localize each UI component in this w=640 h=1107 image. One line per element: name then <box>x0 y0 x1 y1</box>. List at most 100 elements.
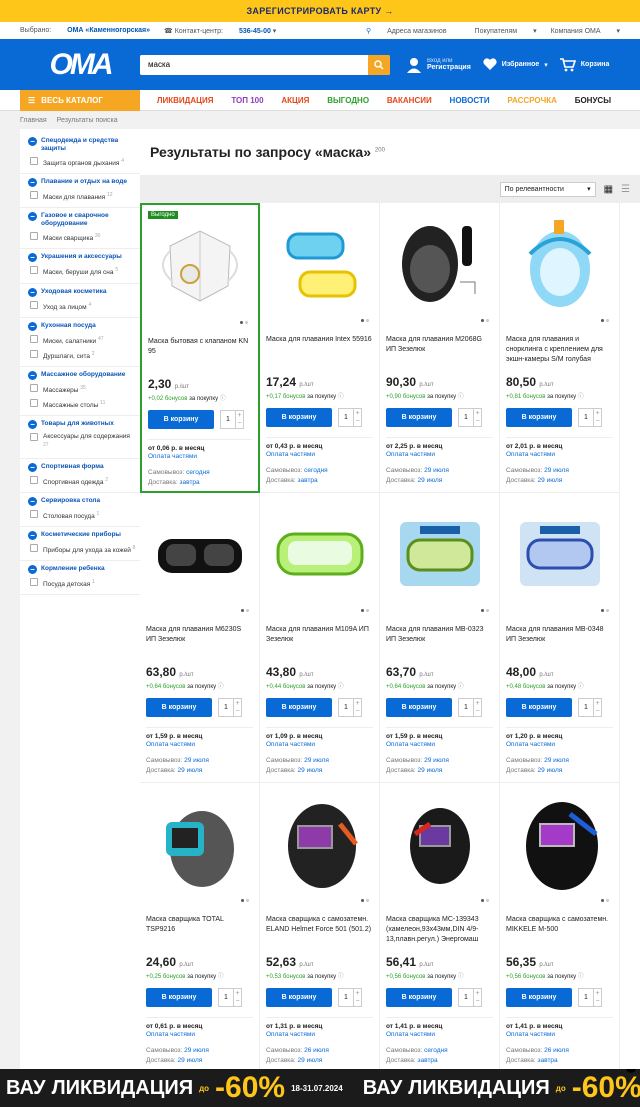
product-image[interactable] <box>148 211 252 321</box>
product-image[interactable] <box>386 499 493 609</box>
add-to-cart-button[interactable]: В корзину <box>146 988 212 1007</box>
filter-option-label[interactable]: Массажные столы 11 <box>43 399 105 410</box>
image-carousel-dots[interactable] <box>386 319 493 327</box>
nav-link[interactable]: ЛИКВИДАЦИЯ <box>157 96 214 105</box>
add-to-cart-button[interactable]: В корзину <box>506 698 572 717</box>
product-card[interactable]: Маска для плавания Intex 55916 17,24 р./ш… <box>260 203 380 493</box>
pickup-date[interactable]: 26 июля <box>304 1047 329 1054</box>
filter-option[interactable]: Маски для плавания 12 <box>20 187 140 202</box>
product-image[interactable] <box>266 499 373 609</box>
quantity-stepper[interactable]: 1 + − <box>458 408 482 427</box>
pickup-date[interactable]: 26 июля <box>544 1047 569 1054</box>
product-name[interactable]: Маска для плавания MB-0323 ИП Зезелюк <box>386 625 493 655</box>
add-to-cart-button[interactable]: В корзину <box>266 408 332 427</box>
quantity-stepper[interactable]: 1 + − <box>578 698 602 717</box>
product-image[interactable] <box>506 209 613 319</box>
collapse-icon[interactable]: − <box>28 530 37 540</box>
add-to-cart-button[interactable]: В корзину <box>506 988 572 1007</box>
installments-link[interactable]: Оплата частями <box>386 451 493 458</box>
product-card[interactable]: Маска для плавания M109A ИП Зезелюк 43,80… <box>260 493 380 783</box>
product-name[interactable]: Маска сварщика с самозатемн. ELAND Helme… <box>266 915 373 945</box>
favorites-label[interactable]: Избранное <box>502 61 539 68</box>
info-icon[interactable]: ⓘ <box>338 394 344 400</box>
filter-checkbox[interactable] <box>30 157 38 165</box>
add-to-cart-button[interactable]: В корзину <box>386 988 452 1007</box>
filter-group-title[interactable]: − Косметические приборы <box>20 530 140 540</box>
installments-link[interactable]: Оплата частями <box>506 451 613 458</box>
pickup-date[interactable]: 29 июля <box>184 757 209 764</box>
info-icon[interactable]: ⓘ <box>458 974 464 980</box>
product-card[interactable]: Маска для плавания M2068G ИП Зезелюк 90,3… <box>380 203 500 493</box>
nav-link[interactable]: РАССРОЧКА <box>507 96 557 105</box>
delivery-date[interactable]: 29 июля <box>298 767 323 774</box>
delivery-date[interactable]: завтра <box>180 479 200 486</box>
plus-icon[interactable]: + <box>233 412 247 419</box>
minus-icon[interactable]: − <box>351 418 365 425</box>
delivery-date[interactable]: 29 июля <box>178 767 203 774</box>
minus-icon[interactable]: − <box>351 708 365 715</box>
quantity-stepper[interactable]: 1 + − <box>458 698 482 717</box>
product-name[interactable]: Маска для плавания M6230S ИП Зезелюк <box>146 625 253 655</box>
minus-icon[interactable]: − <box>471 708 485 715</box>
minus-icon[interactable]: − <box>591 998 605 1005</box>
quantity-stepper[interactable]: 1 + − <box>338 698 362 717</box>
installments-link[interactable]: Оплата частями <box>266 741 373 748</box>
plus-icon[interactable]: + <box>231 700 245 707</box>
add-to-cart-button[interactable]: В корзину <box>266 988 332 1007</box>
favorites-button[interactable]: Избранное ▾ <box>483 58 548 71</box>
filter-group-label[interactable]: Косметические приборы <box>41 531 121 540</box>
delivery-date[interactable]: 29 июля <box>418 477 443 484</box>
quantity-stepper[interactable]: 1 + − <box>218 698 242 717</box>
image-carousel-dots[interactable] <box>266 899 373 907</box>
selected-store[interactable]: Выбрано: ОМА «Каменногорская» <box>20 27 150 34</box>
plus-icon[interactable]: + <box>351 410 365 417</box>
filter-group-label[interactable]: Плавание и отдых на воде <box>41 178 127 187</box>
minus-icon[interactable]: − <box>351 998 365 1005</box>
filter-group-label[interactable]: Газовое и сварочное оборудование <box>41 212 136 228</box>
product-card[interactable]: Маска для плавания M6230S ИП Зезелюк 63,8… <box>140 493 260 783</box>
filter-option[interactable]: Массажеры 35 <box>20 380 140 395</box>
collapse-icon[interactable]: − <box>28 420 37 430</box>
login-label[interactable]: Регистрация <box>427 64 471 71</box>
installments-link[interactable]: Оплата частями <box>386 741 493 748</box>
quantity-stepper[interactable]: 1 + − <box>338 408 362 427</box>
filter-checkbox[interactable] <box>30 475 38 484</box>
delivery-date[interactable]: 29 июля <box>538 477 563 484</box>
add-to-cart-button[interactable]: В корзину <box>146 698 212 717</box>
filter-option[interactable]: Аксессуары для содержания 27 <box>20 429 140 452</box>
filter-option-label[interactable]: Аксессуары для содержания 27 <box>43 433 136 452</box>
product-card[interactable]: Маска сварщика TOTAL TSP9216 24,60 р./шт +… <box>140 783 260 1073</box>
login-button[interactable]: Вход или Регистрация <box>406 57 471 73</box>
filter-option-label[interactable]: Защита органов дыхания 4 <box>43 157 124 168</box>
search-button[interactable] <box>368 54 390 75</box>
filter-checkbox[interactable] <box>30 433 38 442</box>
sort-select[interactable]: По релевантности ▾ <box>499 181 596 197</box>
info-icon[interactable]: ⓘ <box>578 974 584 980</box>
filter-option-label[interactable]: Приборы для ухода за кожей 8 <box>43 544 135 555</box>
product-card[interactable]: Маска для плавания MB-0348 ИП Зезелюк 48,… <box>500 493 620 783</box>
buyers-label[interactable]: Покупателям <box>475 28 518 35</box>
filter-checkbox[interactable] <box>30 384 38 393</box>
product-name[interactable]: Маска сварщика TOTAL TSP9216 <box>146 915 253 945</box>
add-to-cart-button[interactable]: В корзину <box>386 408 452 427</box>
filter-option-label[interactable]: Столовая посуда 1 <box>43 510 99 521</box>
pickup-date[interactable]: 29 июля <box>424 467 449 474</box>
filter-group-label[interactable]: Кормление ребенка <box>41 565 105 574</box>
minus-icon[interactable]: − <box>231 708 245 715</box>
filter-checkbox[interactable] <box>30 509 38 518</box>
filter-option[interactable]: Маски, беруши для сна 5 <box>20 262 140 277</box>
delivery-date[interactable]: завтра <box>298 477 318 484</box>
installments-link[interactable]: Оплата частями <box>266 1031 373 1038</box>
info-icon[interactable]: ⓘ <box>458 684 464 690</box>
buyers-menu[interactable]: Покупателям ▾ <box>475 27 537 35</box>
pickup-date[interactable]: 29 июля <box>304 757 329 764</box>
plus-icon[interactable]: + <box>231 990 245 997</box>
filter-group-label[interactable]: Массажное оборудование <box>41 371 125 380</box>
filter-option-label[interactable]: Миски, салатники 47 <box>43 335 104 346</box>
product-name[interactable]: Маска сварщика MC-139343 (хамелеон,93х43… <box>386 915 493 945</box>
filter-group-title[interactable]: − Массажное оборудование <box>20 371 140 381</box>
stores-label[interactable]: Адреса магазинов <box>387 28 446 35</box>
filter-option[interactable]: Маски сварщика 30 <box>20 228 140 243</box>
minus-icon[interactable]: − <box>471 418 485 425</box>
info-icon[interactable]: ⓘ <box>220 396 226 402</box>
